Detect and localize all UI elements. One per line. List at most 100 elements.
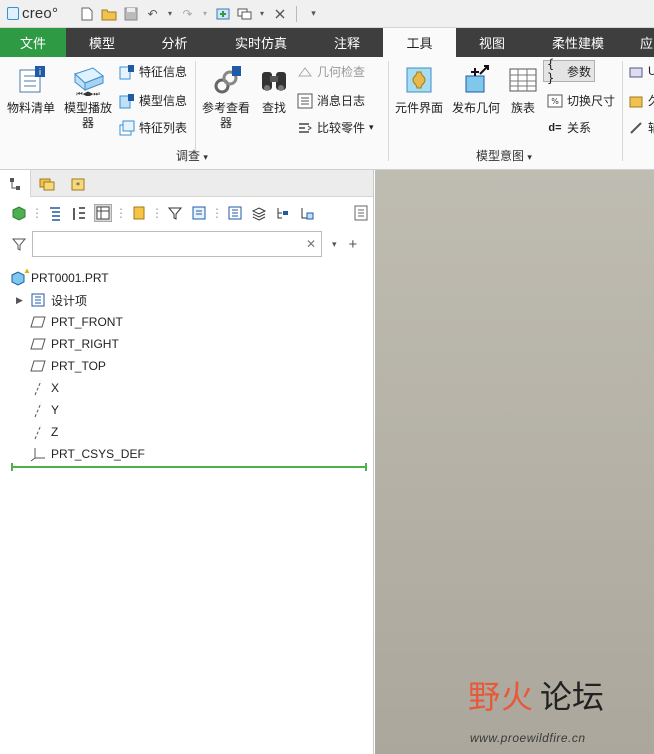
datum-plane-icon [30,336,46,352]
funnel-icon[interactable] [10,235,28,253]
tree-item-y[interactable]: Y [0,399,373,421]
tab-flexible-modeling[interactable]: 柔性建模 [528,28,628,57]
open-icon[interactable] [100,5,117,22]
regenerate-icon[interactable] [214,5,231,22]
list-view-icon[interactable] [226,204,244,222]
tab-analysis[interactable]: 分析 [138,28,211,57]
redo-dropdown-icon[interactable]: ▾ [201,5,209,22]
settings-table-icon[interactable] [94,204,112,222]
family-table-button[interactable]: 族表 [506,63,540,116]
utility-icon [628,120,644,136]
component-interface-button[interactable]: 元件界面 [393,63,445,116]
investigate-group-label[interactable]: 调查 ▾ [176,147,208,164]
redo-icon[interactable]: ↷ [179,5,196,22]
filter-tree-icon[interactable] [166,204,184,222]
show-icon[interactable] [10,204,28,222]
creo-logo: creo° [0,5,78,22]
tab-annotate[interactable]: 注释 [311,28,383,57]
tree-item-z[interactable]: Z [0,421,373,443]
toolbar-dots-icon: ⋮ [31,206,43,220]
tab-apps-partial[interactable]: 应 [628,28,654,57]
undo-icon[interactable]: ↶ [144,5,161,22]
tree-item-prt-front[interactable]: PRT_FRONT [0,311,373,333]
windows-icon[interactable] [236,5,253,22]
tree-filters-icon[interactable] [46,204,64,222]
assembly-icon[interactable] [298,204,316,222]
svg-text:*: * [76,181,80,190]
geometry-check-button[interactable]: 几何检查 [297,63,365,80]
tab-file[interactable]: 文件 [0,28,66,57]
graphics-area[interactable] [375,170,654,754]
watermark-logo: 野火 论坛 [468,672,604,718]
expand-icon[interactable]: ▶ [16,295,30,306]
structure-icon[interactable] [274,204,292,222]
tree-item-design-items[interactable]: ▶ 设计项 [0,289,373,311]
add-filter-icon[interactable]: + [349,236,358,253]
tree-item-prt-top[interactable]: PRT_TOP [0,355,373,377]
layer-tree-icon[interactable] [190,204,208,222]
tab-view[interactable]: 视图 [456,28,528,57]
feature-info-label: 特征信息 [139,65,188,79]
close-icon[interactable] [271,5,288,22]
tab-realtime-simulation[interactable]: 实时仿真 [211,28,311,57]
tree-settings-icon[interactable] [352,204,370,222]
bom-icon: i [14,63,48,97]
layers-icon[interactable] [250,204,268,222]
model-tree-toolbar: ⋮ ⋮ ⋮ ⋮ [0,197,373,229]
utilities-item-2[interactable]: 久 [628,92,654,109]
feature-list-button[interactable]: 特征列表 [119,119,187,136]
publish-geometry-label: 发布几何 [451,101,500,115]
geometry-check-icon [297,64,313,80]
toolbar-dots-icon: ⋮ [115,206,127,220]
part-icon: ▲ [10,266,31,286]
publish-geometry-button[interactable]: 发布几何 [450,63,502,116]
utility-icon [628,93,644,109]
binoculars-icon [257,63,291,97]
model-tree-tab[interactable] [0,170,31,197]
tree-root-item[interactable]: ▲ PRT0001.PRT [0,266,373,289]
tree-columns-icon[interactable] [70,204,88,222]
model-player-button[interactable]: ⏮◀▶⏭ 模型播放器 [60,63,116,131]
navigator-tabs: * [0,170,373,197]
feature-list-label: 特征列表 [139,121,188,135]
compare-part-dropdown-icon[interactable]: ▾ [369,122,374,133]
bookmark-icon[interactable] [130,204,148,222]
tree-item-label: PRT_TOP [51,359,106,373]
model-info-button[interactable]: 模型信息 [119,92,187,109]
utilities-item-3[interactable]: 辅 [628,119,654,136]
relations-button[interactable]: d= 关系 [547,119,591,136]
windows-dropdown-icon[interactable]: ▾ [258,5,266,22]
customize-icon[interactable]: ▾ [305,5,322,22]
switch-dimensions-button[interactable]: % 切换尺寸 [547,92,615,109]
feature-info-icon [119,64,135,80]
message-log-button[interactable]: 消息日志 [297,92,365,109]
model-intent-group-label[interactable]: 模型意图 ▾ [476,147,532,164]
utilities-item-1[interactable]: U [628,63,654,79]
toolbar-dots-icon: ⋮ [151,206,163,220]
tree-search-input[interactable] [33,232,303,256]
parameters-label: 参数 [567,64,592,79]
insert-here-indicator[interactable] [11,463,367,471]
bom-button[interactable]: i 物料清单 [6,63,56,116]
search-dropdown-icon[interactable]: ▾ [332,239,337,250]
tree-item-x[interactable]: X [0,377,373,399]
undo-dropdown-icon[interactable]: ▾ [166,5,174,22]
title-bar: creo° ↶ ▾ ↷ ▾ ▾ ▾ [0,0,654,28]
folder-browser-tab[interactable] [31,170,62,197]
favorites-tab[interactable]: * [62,170,93,197]
parameters-button[interactable]: { } 参数 [543,57,596,85]
watermark-brand-b: 论坛 [540,678,605,716]
family-table-label: 族表 [510,101,535,115]
feature-info-button[interactable]: 特征信息 [119,63,187,80]
tab-tools[interactable]: 工具 [383,28,456,57]
clear-search-icon[interactable]: ✕ [306,237,316,251]
tree-item-label: Z [51,425,59,439]
reference-viewer-button[interactable]: 参考查看器 [200,63,252,131]
tree-item-prt-csys-def[interactable]: PRT_CSYS_DEF [0,443,373,465]
tree-item-prt-right[interactable]: PRT_RIGHT [0,333,373,355]
find-button[interactable]: 查找 [256,63,292,116]
compare-part-button[interactable]: 比较零件 ▾ [297,119,374,136]
tab-model[interactable]: 模型 [66,28,138,57]
save-icon[interactable] [122,5,139,22]
new-icon[interactable] [78,5,95,22]
